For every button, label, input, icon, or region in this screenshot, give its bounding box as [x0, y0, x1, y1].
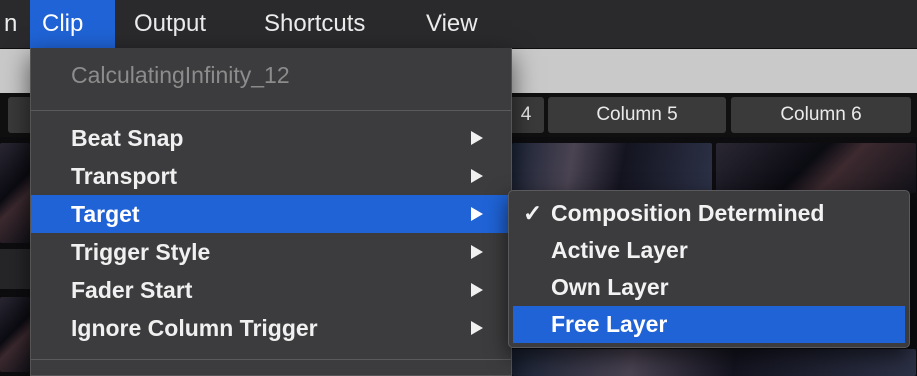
- target-submenu: ✓ Composition Determined Active Layer Ow…: [508, 190, 910, 348]
- clip-menu-dropdown: CalculatingInfinity_12 Beat Snap Transpo…: [30, 48, 512, 376]
- submenu-item-composition-determined[interactable]: ✓ Composition Determined: [513, 195, 905, 232]
- menu-item-label: Target: [71, 201, 140, 227]
- menu-shortcuts[interactable]: Shortcuts: [252, 0, 377, 48]
- submenu-item-label: Free Layer: [551, 311, 668, 337]
- clip-thumbnail[interactable]: [0, 143, 30, 243]
- menu-item-label: Transport: [71, 163, 178, 189]
- submenu-arrow-icon: [471, 207, 483, 221]
- menu-item-beat-snap[interactable]: Beat Snap: [31, 119, 511, 157]
- menu-separator: [31, 359, 511, 360]
- submenu-item-active-layer[interactable]: Active Layer: [513, 232, 905, 269]
- menu-item-label: Ignore Column Trigger: [71, 315, 318, 341]
- clip-thumbnail[interactable]: [512, 349, 916, 376]
- menu-item-trigger-style[interactable]: Trigger Style: [31, 233, 511, 271]
- column-tab-4[interactable]: 4: [508, 97, 544, 133]
- submenu-item-label: Own Layer: [551, 274, 669, 300]
- column-tab-5[interactable]: Column 5: [548, 97, 726, 133]
- menu-item-ignore-column-trigger[interactable]: Ignore Column Trigger: [31, 309, 511, 347]
- layer-strip: [0, 249, 30, 289]
- submenu-item-own-layer[interactable]: Own Layer: [513, 269, 905, 306]
- menu-item-fader-start[interactable]: Fader Start: [31, 271, 511, 309]
- clip-thumbnail[interactable]: [512, 143, 712, 193]
- menu-item-transport[interactable]: Transport: [31, 157, 511, 195]
- clip-thumbnail[interactable]: [716, 143, 916, 193]
- submenu-item-label: Composition Determined: [551, 200, 825, 226]
- menu-output[interactable]: Output: [122, 0, 218, 48]
- menu-bar: n Clip Output Shortcuts View: [0, 0, 917, 49]
- menu-item-target[interactable]: Target: [31, 195, 511, 233]
- submenu-arrow-icon: [471, 283, 483, 297]
- menu-clip[interactable]: Clip: [30, 0, 115, 48]
- menu-item-label: Beat Snap: [71, 125, 184, 151]
- submenu-item-free-layer[interactable]: Free Layer: [513, 306, 905, 343]
- menu-item-label: Fader Start: [71, 277, 193, 303]
- clip-name-label: CalculatingInfinity_12: [71, 62, 290, 88]
- menu-view[interactable]: View: [414, 0, 490, 48]
- clip-thumbnail[interactable]: [0, 297, 30, 372]
- menu-item-label: Trigger Style: [71, 239, 211, 265]
- submenu-arrow-icon: [471, 321, 483, 335]
- column-tab-6[interactable]: Column 6: [731, 97, 911, 133]
- checkmark-icon: ✓: [523, 200, 543, 226]
- submenu-arrow-icon: [471, 245, 483, 259]
- submenu-arrow-icon: [471, 169, 483, 183]
- submenu-item-label: Active Layer: [551, 237, 688, 263]
- submenu-arrow-icon: [471, 131, 483, 145]
- menu-partial[interactable]: n: [0, 0, 29, 48]
- menu-separator: [31, 110, 511, 111]
